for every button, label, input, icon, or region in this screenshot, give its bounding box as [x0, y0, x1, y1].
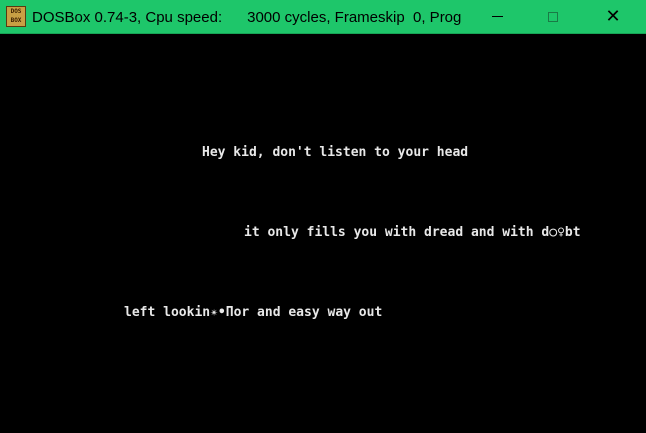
screen-text-line: it only fills you with dread and with d○…: [244, 225, 581, 240]
icon-text-line-1: DOS: [10, 8, 22, 15]
title-bar[interactable]: DOS BOX DOSBox 0.74-3, Cpu speed: 3000 c…: [0, 0, 646, 34]
dosbox-icon[interactable]: DOS BOX: [6, 6, 26, 27]
maximize-button[interactable]: [530, 0, 576, 33]
maximize-icon: [548, 11, 558, 22]
close-button[interactable]: ✕: [590, 0, 636, 33]
icon-text-line-2: BOX: [10, 17, 22, 24]
window-title: DOSBox 0.74-3, Cpu speed: 3000 cycles, F…: [32, 9, 462, 26]
minimize-button[interactable]: [474, 0, 520, 33]
dosbox-window: DOS BOX DOSBox 0.74-3, Cpu speed: 3000 c…: [0, 0, 646, 433]
minimize-icon: [491, 16, 503, 17]
close-icon: ✕: [605, 5, 621, 27]
dos-screen[interactable]: Hey kid, don't listen to your head it on…: [0, 34, 646, 433]
screen-text-line: left lookin✴•Πor and easy way out: [124, 305, 383, 320]
screen-text-line: Hey kid, don't listen to your head: [202, 145, 469, 160]
